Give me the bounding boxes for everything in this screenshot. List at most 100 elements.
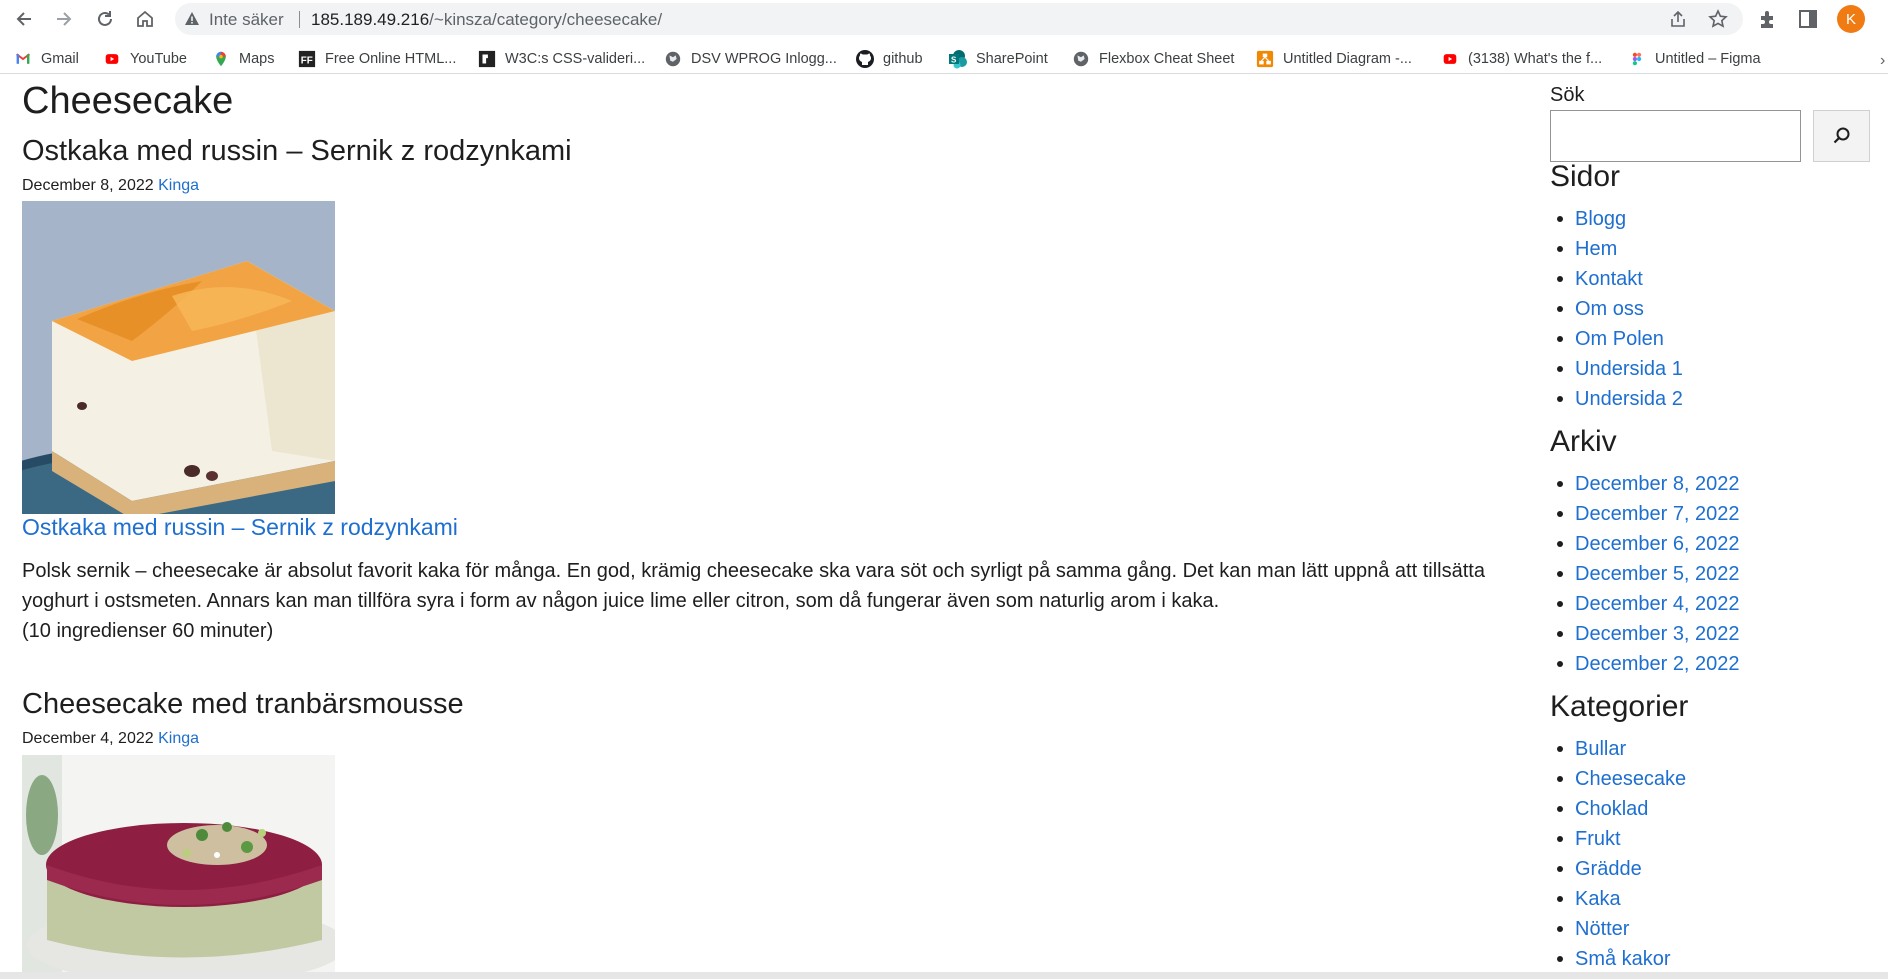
bookmarks-overflow-icon[interactable]: › xyxy=(1880,52,1885,70)
bookmarks-bar: Gmail YouTube Maps FF Free Online HTML..… xyxy=(0,44,1888,74)
post-excerpt: Polsk sernik – cheesecake är absolut fav… xyxy=(22,556,1502,646)
post-title[interactable]: Ostkaka med russin – Sernik z rodzynkami xyxy=(22,135,572,168)
bookmark-free-online-html[interactable]: FF Free Online HTML... xyxy=(297,48,456,70)
category-link-sma-kakor[interactable]: Små kakor xyxy=(1550,944,1686,974)
bookmark-figma[interactable]: Untitled – Figma xyxy=(1627,48,1761,70)
post-featured-image[interactable] xyxy=(22,755,335,972)
widget-title-categories: Kategorier xyxy=(1550,690,1689,723)
page-title: Cheesecake xyxy=(22,80,234,122)
post-date[interactable]: December 8, 2022 xyxy=(22,177,154,194)
archive-list: December 8, 2022 December 7, 2022 Decemb… xyxy=(1550,469,1740,679)
page-link-blogg[interactable]: Blogg xyxy=(1550,204,1683,234)
url-host: 185.189.49.216 xyxy=(311,10,430,29)
excerpt-line: Polsk sernik – cheesecake är absolut fav… xyxy=(22,560,1485,582)
post-link[interactable]: Ostkaka med russin – Sernik z rodzynkami xyxy=(22,514,458,541)
browser-toolbar: Inte säker 185.189.49.216/~kinsza/catego… xyxy=(0,0,1888,38)
excerpt-line: (10 ingredienser 60 minuter) xyxy=(22,620,274,642)
bookmark-label: Free Online HTML... xyxy=(325,51,457,67)
w3c-icon xyxy=(477,49,497,69)
widget-title-pages: Sidor xyxy=(1550,160,1621,193)
security-label[interactable]: Inte säker xyxy=(209,10,284,30)
svg-text:S: S xyxy=(951,56,957,65)
url-text[interactable]: 185.189.49.216/~kinsza/category/cheeseca… xyxy=(311,10,662,30)
archive-link[interactable]: December 2, 2022 xyxy=(1550,649,1740,679)
page-link-om-polen[interactable]: Om Polen xyxy=(1550,324,1683,354)
bookmark-youtube[interactable]: YouTube xyxy=(102,48,187,70)
bookmark-label: Flexbox Cheat Sheet xyxy=(1099,51,1235,67)
bookmark-maps[interactable]: Maps xyxy=(211,48,274,70)
archive-link[interactable]: December 6, 2022 xyxy=(1550,529,1740,559)
bookmark-label: (3138) What's the f... xyxy=(1468,51,1603,67)
ff-icon: FF xyxy=(297,49,317,69)
bookmark-gmail[interactable]: Gmail xyxy=(13,48,79,70)
bookmark-label: DSV WPROG Inlogg... xyxy=(691,51,837,67)
globe-icon xyxy=(663,49,683,69)
post-title[interactable]: Cheesecake med tranbärsmousse xyxy=(22,688,464,721)
category-link-gradde[interactable]: Grädde xyxy=(1550,854,1686,884)
bookmark-github[interactable]: github xyxy=(855,48,923,70)
bookmark-label: Gmail xyxy=(41,51,79,67)
bookmark-label: W3C:s CSS-valideri... xyxy=(505,51,646,67)
search-input[interactable] xyxy=(1550,110,1801,162)
post-author-link[interactable]: Kinga xyxy=(158,730,199,747)
post-featured-image[interactable] xyxy=(22,201,335,514)
post-author-link[interactable]: Kinga xyxy=(158,177,199,194)
category-link-kaka[interactable]: Kaka xyxy=(1550,884,1686,914)
bookmark-sharepoint[interactable]: S SharePoint xyxy=(948,48,1048,70)
youtube-icon xyxy=(102,49,122,69)
search-button[interactable] xyxy=(1813,110,1870,162)
bookmark-untitled-diagram[interactable]: Untitled Diagram -... xyxy=(1255,48,1412,70)
warning-icon[interactable] xyxy=(184,11,200,27)
bookmark-label: Untitled Diagram -... xyxy=(1283,51,1412,67)
category-link-bullar[interactable]: Bullar xyxy=(1550,734,1686,764)
bookmark-dsv-wprog[interactable]: DSV WPROG Inlogg... xyxy=(663,48,837,70)
post-meta: December 8, 2022 Kinga xyxy=(22,177,199,195)
github-icon xyxy=(855,49,875,69)
bookmark-label: SharePoint xyxy=(976,51,1048,67)
category-link-frukt[interactable]: Frukt xyxy=(1550,824,1686,854)
widget-title-archive: Arkiv xyxy=(1550,425,1617,458)
archive-link[interactable]: December 4, 2022 xyxy=(1550,589,1740,619)
bookmark-label: Untitled – Figma xyxy=(1655,51,1761,67)
bookmark-label: YouTube xyxy=(130,51,187,67)
bookmark-w3c[interactable]: W3C:s CSS-valideri... xyxy=(477,48,645,70)
archive-link[interactable]: December 7, 2022 xyxy=(1550,499,1740,529)
url-path: /~kinsza/category/cheesecake/ xyxy=(429,10,663,29)
reload-icon[interactable] xyxy=(91,5,119,33)
back-icon[interactable] xyxy=(10,5,38,33)
gmail-icon xyxy=(13,49,33,69)
search-icon xyxy=(1833,127,1849,144)
archive-link[interactable]: December 3, 2022 xyxy=(1550,619,1740,649)
bookmark-flexbox[interactable]: Flexbox Cheat Sheet xyxy=(1071,48,1234,70)
archive-link[interactable]: December 8, 2022 xyxy=(1550,469,1740,499)
post-meta: December 4, 2022 Kinga xyxy=(22,730,199,748)
page-link-undersida-2[interactable]: Undersida 2 xyxy=(1550,384,1683,414)
search-label: Sök xyxy=(1550,84,1585,106)
profile-avatar[interactable]: K xyxy=(1837,5,1865,33)
share-icon[interactable] xyxy=(1668,9,1688,29)
drawio-icon xyxy=(1255,49,1275,69)
home-icon[interactable] xyxy=(131,5,159,33)
page-link-hem[interactable]: Hem xyxy=(1550,234,1683,264)
address-bar[interactable]: Inte säker 185.189.49.216/~kinsza/catego… xyxy=(175,3,1743,35)
extensions-icon[interactable] xyxy=(1757,8,1779,30)
star-icon[interactable] xyxy=(1708,9,1728,29)
svg-text:FF: FF xyxy=(301,56,313,67)
categories-list: Bullar Cheesecake Choklad Frukt Grädde K… xyxy=(1550,734,1686,974)
post-date[interactable]: December 4, 2022 xyxy=(22,730,154,747)
maps-icon xyxy=(211,49,231,69)
youtube-icon xyxy=(1440,49,1460,69)
page-link-om-oss[interactable]: Om oss xyxy=(1550,294,1683,324)
category-link-choklad[interactable]: Choklad xyxy=(1550,794,1686,824)
sidepanel-icon[interactable] xyxy=(1797,8,1819,30)
bookmark-label: github xyxy=(883,51,923,67)
bookmark-youtube-video[interactable]: (3138) What's the f... xyxy=(1440,48,1602,70)
category-link-cheesecake[interactable]: Cheesecake xyxy=(1550,764,1686,794)
category-link-notter[interactable]: Nötter xyxy=(1550,914,1686,944)
horizontal-scrollbar[interactable] xyxy=(0,972,1888,979)
page-link-undersida-1[interactable]: Undersida 1 xyxy=(1550,354,1683,384)
archive-link[interactable]: December 5, 2022 xyxy=(1550,559,1740,589)
excerpt-line: yoghurt i ostsmeten. Annars kan man till… xyxy=(22,590,1220,612)
forward-icon[interactable] xyxy=(50,5,78,33)
page-link-kontakt[interactable]: Kontakt xyxy=(1550,264,1683,294)
